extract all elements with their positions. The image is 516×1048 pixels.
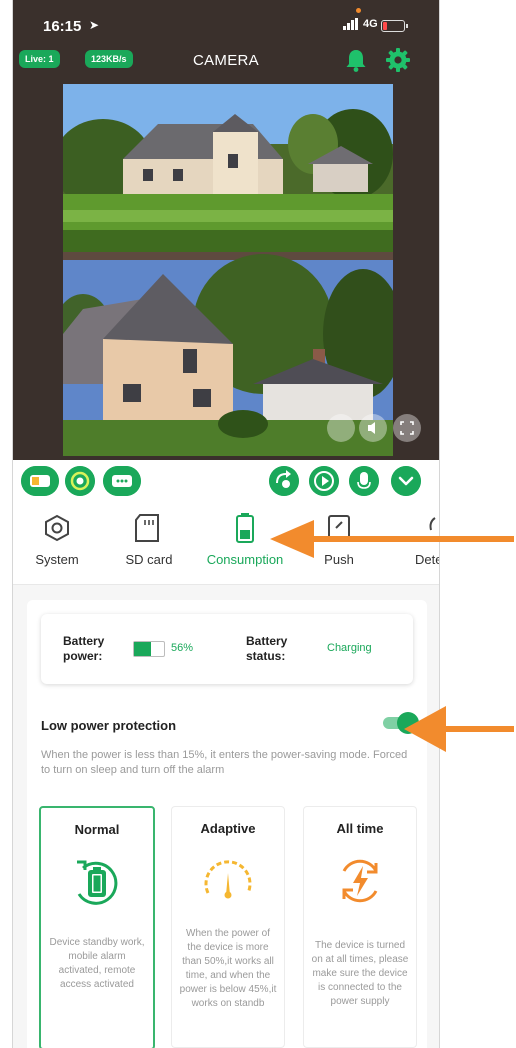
normal-mode-icon xyxy=(77,860,118,905)
mode-card-normal[interactable]: Normal Device standby work, mobile alarm… xyxy=(39,806,155,1048)
battery-power-label: Battery power: xyxy=(63,634,105,663)
tab-label-system: System xyxy=(35,552,79,567)
talk-button[interactable] xyxy=(349,466,379,496)
mode-desc-normal: Device standby work, mobile alarm activa… xyxy=(49,937,145,990)
battery-level-bar xyxy=(133,641,165,657)
location-arrow-icon: ➤ xyxy=(89,18,100,32)
gear-icon[interactable] xyxy=(385,47,411,73)
annotation-arrow-toggle xyxy=(404,706,514,752)
toggle-view-button[interactable] xyxy=(21,466,59,496)
recording-dot-icon xyxy=(356,8,361,13)
record-button[interactable] xyxy=(65,466,95,496)
mode-desc-adaptive: When the power of the device is more tha… xyxy=(179,928,277,1009)
fullscreen-overlay-button[interactable] xyxy=(393,414,421,442)
volume-overlay-button[interactable] xyxy=(359,414,387,442)
battery-info-card: Battery power: 56% Battery status: Charg… xyxy=(41,614,413,684)
system-icon xyxy=(45,514,69,542)
low-power-description: When the power is less than 15%, it ente… xyxy=(41,749,408,776)
tab-sd-card[interactable]: SD card xyxy=(99,504,199,584)
audio-settings-button[interactable] xyxy=(269,466,299,496)
mode-card-adaptive[interactable]: Adaptive When the power of the device is… xyxy=(171,806,285,1048)
app-header: Live: 1 123KB/s CAMERA xyxy=(13,44,439,78)
camera-control-bar xyxy=(13,460,439,504)
mode-title-normal: Normal xyxy=(74,822,120,837)
mode-title-all-time: All time xyxy=(336,821,384,836)
gauge-icon xyxy=(204,860,252,899)
battery-level-fill xyxy=(134,642,151,656)
lightning-cycle-icon xyxy=(342,859,378,903)
hd-quality-button[interactable] xyxy=(103,466,141,496)
battery-power-value: 56% xyxy=(171,642,194,654)
signal-icon xyxy=(343,18,359,30)
snapshot-overlay-button[interactable] xyxy=(327,414,355,442)
speaker-icon xyxy=(368,422,375,434)
low-power-title: Low power protection xyxy=(41,718,177,733)
playback-button[interactable] xyxy=(309,466,339,496)
status-time: 16:15 xyxy=(43,18,82,35)
mode-desc-all-time: The device is turned on at all times, pl… xyxy=(311,940,409,1007)
annotation-arrow-tab xyxy=(270,520,514,558)
battery-status-label: Battery status: xyxy=(246,634,288,663)
tab-label-sd-card: SD card xyxy=(125,552,173,567)
camera-view-region: 16:15 ➤ 4G Live: 1 123KB/s CAMERA xyxy=(13,0,439,460)
camera-video-feed[interactable] xyxy=(63,84,393,456)
fullscreen-icon xyxy=(400,421,414,435)
network-type: 4G xyxy=(363,18,378,30)
page-title: CAMERA xyxy=(193,52,259,69)
tab-system[interactable]: System xyxy=(13,504,107,584)
battery-status-value: Charging xyxy=(327,642,372,654)
mode-card-all-time[interactable]: All time The device is turned on at all … xyxy=(303,806,417,1048)
mode-title-adaptive: Adaptive xyxy=(200,821,256,836)
sd-card-icon xyxy=(135,514,159,542)
consumption-panel: Battery power: 56% Battery status: Charg… xyxy=(27,600,427,1048)
expand-more-button[interactable] xyxy=(391,466,421,496)
phone-battery-icon xyxy=(381,20,408,32)
status-bar: 16:15 ➤ 4G xyxy=(13,8,439,38)
bell-icon[interactable] xyxy=(343,47,369,73)
